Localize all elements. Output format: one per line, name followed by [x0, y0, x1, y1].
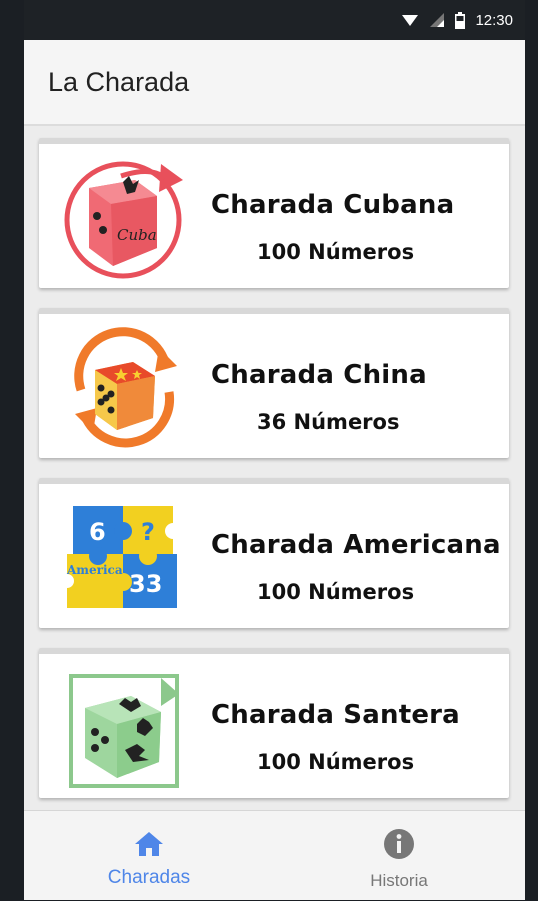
- app-frame: 12:30 La Charada Cuba Charada Cubana 100…: [24, 0, 525, 900]
- charada-name: Charada China: [211, 360, 427, 390]
- charada-card-americana[interactable]: 6 ? America 33 Charada Americana 100 Núm…: [39, 478, 509, 628]
- charada-name: Charada Americana: [211, 530, 501, 560]
- app-bar: La Charada: [24, 40, 525, 126]
- cell-signal-icon: [430, 13, 445, 27]
- charada-list[interactable]: Cuba Charada Cubana 100 Números Charada …: [24, 126, 525, 810]
- puzzle-text-6: 6: [89, 518, 106, 546]
- status-time: 12:30: [475, 11, 513, 29]
- nav-label-historia: Historia: [370, 871, 428, 890]
- santera-dice-icon: [69, 674, 179, 788]
- charada-count: 36 Números: [257, 410, 400, 434]
- nav-item-charadas[interactable]: Charadas: [24, 811, 274, 901]
- info-icon: [384, 829, 414, 859]
- puzzle-text-33: 33: [129, 570, 162, 598]
- charada-card-cubana[interactable]: Cuba Charada Cubana 100 Números: [39, 138, 509, 288]
- china-dice-icon: [74, 327, 177, 448]
- home-icon: [135, 832, 163, 856]
- charada-name: Charada Cubana: [211, 190, 455, 220]
- page-title: La Charada: [48, 66, 190, 97]
- charada-name: Charada Santera: [211, 700, 460, 730]
- cuba-logo-text: Cuba: [117, 226, 157, 244]
- nav-label-charadas: Charadas: [107, 867, 191, 888]
- charada-count: 100 Números: [257, 240, 415, 264]
- nav-item-historia[interactable]: Historia: [274, 811, 524, 901]
- bottom-navigation: Charadas Historia: [24, 810, 525, 900]
- cuba-dice-icon: Cuba: [64, 161, 183, 279]
- puzzle-text-america: America: [66, 563, 123, 577]
- charada-count: 100 Números: [257, 580, 415, 604]
- america-puzzle-icon: 6 ? America 33: [61, 506, 181, 608]
- status-bar: 12:30: [24, 0, 525, 40]
- charada-count: 100 Números: [257, 750, 415, 774]
- charada-card-china[interactable]: Charada China 36 Números: [39, 308, 509, 458]
- battery-icon: [455, 11, 466, 29]
- wifi-icon: [402, 15, 419, 26]
- puzzle-text-question: ?: [141, 518, 155, 546]
- charada-card-santera[interactable]: Charada Santera 100 Números: [39, 648, 509, 798]
